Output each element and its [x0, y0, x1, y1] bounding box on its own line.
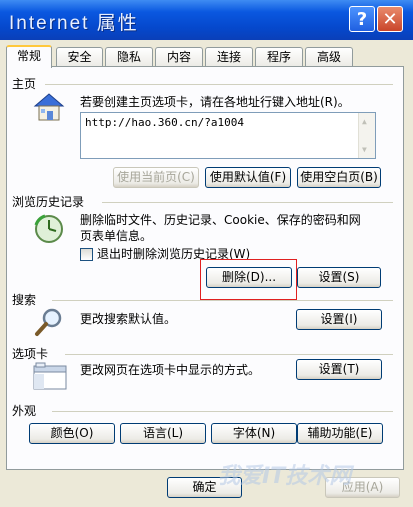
search-divider [52, 300, 393, 301]
tabs-group-label: 选项卡 [12, 347, 49, 361]
colors-button[interactable]: 颜色(O) [29, 423, 115, 444]
appearance-divider [52, 411, 393, 412]
window-title: Internet 属性 [9, 13, 139, 34]
languages-button[interactable]: 语言(L) [120, 423, 206, 444]
tab-advanced[interactable]: 高级 [305, 47, 353, 66]
internet-properties-dialog: Internet 属性 ? ✕ 常规 安全 隐私 内容 连接 程序 高级 主页 … [0, 0, 413, 507]
homepage-divider [45, 84, 393, 85]
fonts-button[interactable]: 字体(N) [211, 423, 297, 444]
help-button[interactable]: ? [349, 6, 375, 32]
homepage-group-label: 主页 [12, 77, 37, 91]
history-clock-icon [33, 213, 65, 248]
use-current-button[interactable]: 使用当前页(C) [113, 167, 199, 188]
tabs-divider [65, 354, 393, 355]
tab-content[interactable]: 内容 [155, 47, 203, 66]
scroll-down-icon[interactable]: ▼ [362, 145, 367, 154]
use-blank-button[interactable]: 使用空白页(B) [297, 167, 381, 188]
watermark: 我爱IT技术网 [218, 464, 352, 489]
accessibility-button[interactable]: 辅助功能(E) [297, 423, 383, 444]
tabs-description: 更改网页在选项卡中显示的方式。 [80, 363, 261, 377]
tab-general[interactable]: 常规 [6, 45, 52, 68]
search-description: 更改搜索默认值。 [80, 312, 177, 326]
house-icon [32, 92, 66, 125]
title-bar[interactable]: Internet 属性 ? ✕ [0, 0, 413, 40]
use-default-button[interactable]: 使用默认值(F) [205, 167, 291, 188]
history-settings-button[interactable]: 设置(S) [297, 267, 381, 288]
scroll-up-icon[interactable]: ▲ [362, 117, 367, 126]
tabs-settings-button[interactable]: 设置(T) [296, 359, 382, 380]
tab-connections[interactable]: 连接 [205, 47, 253, 66]
homepage-description: 若要创建主页选项卡，请在各地址行键入地址(R)。 [80, 95, 350, 109]
tab-privacy[interactable]: 隐私 [105, 47, 153, 66]
history-description: 删除临时文件、历史记录、Cookie、保存的密码和网页表单信息。 [80, 213, 361, 243]
history-divider [102, 202, 393, 203]
address-scrollbar[interactable]: ▲ ▼ [358, 113, 375, 158]
homepage-address-value: http://hao.360.cn/?a1004 [85, 116, 244, 129]
homepage-address-field[interactable]: http://hao.360.cn/?a1004 ▲ ▼ [80, 112, 376, 159]
highlight-box [200, 259, 297, 300]
tabbed-window-icon [33, 362, 67, 393]
tab-security[interactable]: 安全 [56, 47, 103, 66]
appearance-group-label: 外观 [12, 404, 37, 418]
tab-programs[interactable]: 程序 [255, 47, 303, 66]
magnifier-icon [33, 306, 65, 341]
history-group-label: 浏览历史记录 [12, 195, 85, 209]
delete-on-exit-checkbox[interactable] [80, 248, 93, 261]
search-settings-button[interactable]: 设置(I) [296, 309, 382, 330]
close-button[interactable]: ✕ [377, 6, 403, 32]
